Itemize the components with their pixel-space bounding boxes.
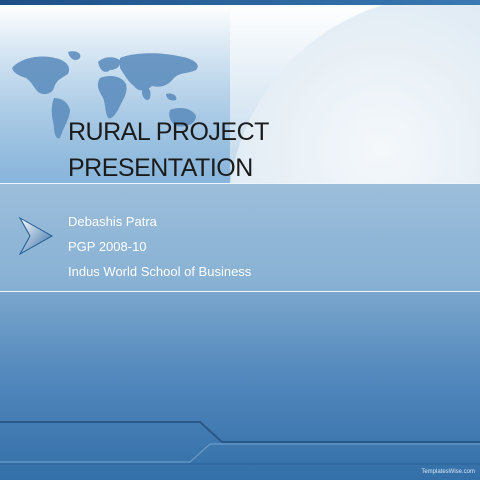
presentation-title: RURAL PROJECT PRESENTATION (68, 114, 368, 186)
decorative-lines (0, 421, 480, 465)
slide: RURAL PROJECT PRESENTATION Debashis Patr… (0, 0, 480, 480)
divider-top (0, 183, 480, 184)
institution-name: Indus World School of Business (68, 264, 252, 279)
author-name: Debashis Patra (68, 214, 157, 229)
title-line-1: RURAL PROJECT (68, 118, 269, 146)
program-label: PGP 2008-10 (68, 239, 147, 254)
chevron-right-icon (18, 216, 54, 256)
title-line-2: PRESENTATION (68, 154, 253, 182)
template-watermark: TemplatesWise.com (421, 469, 475, 475)
